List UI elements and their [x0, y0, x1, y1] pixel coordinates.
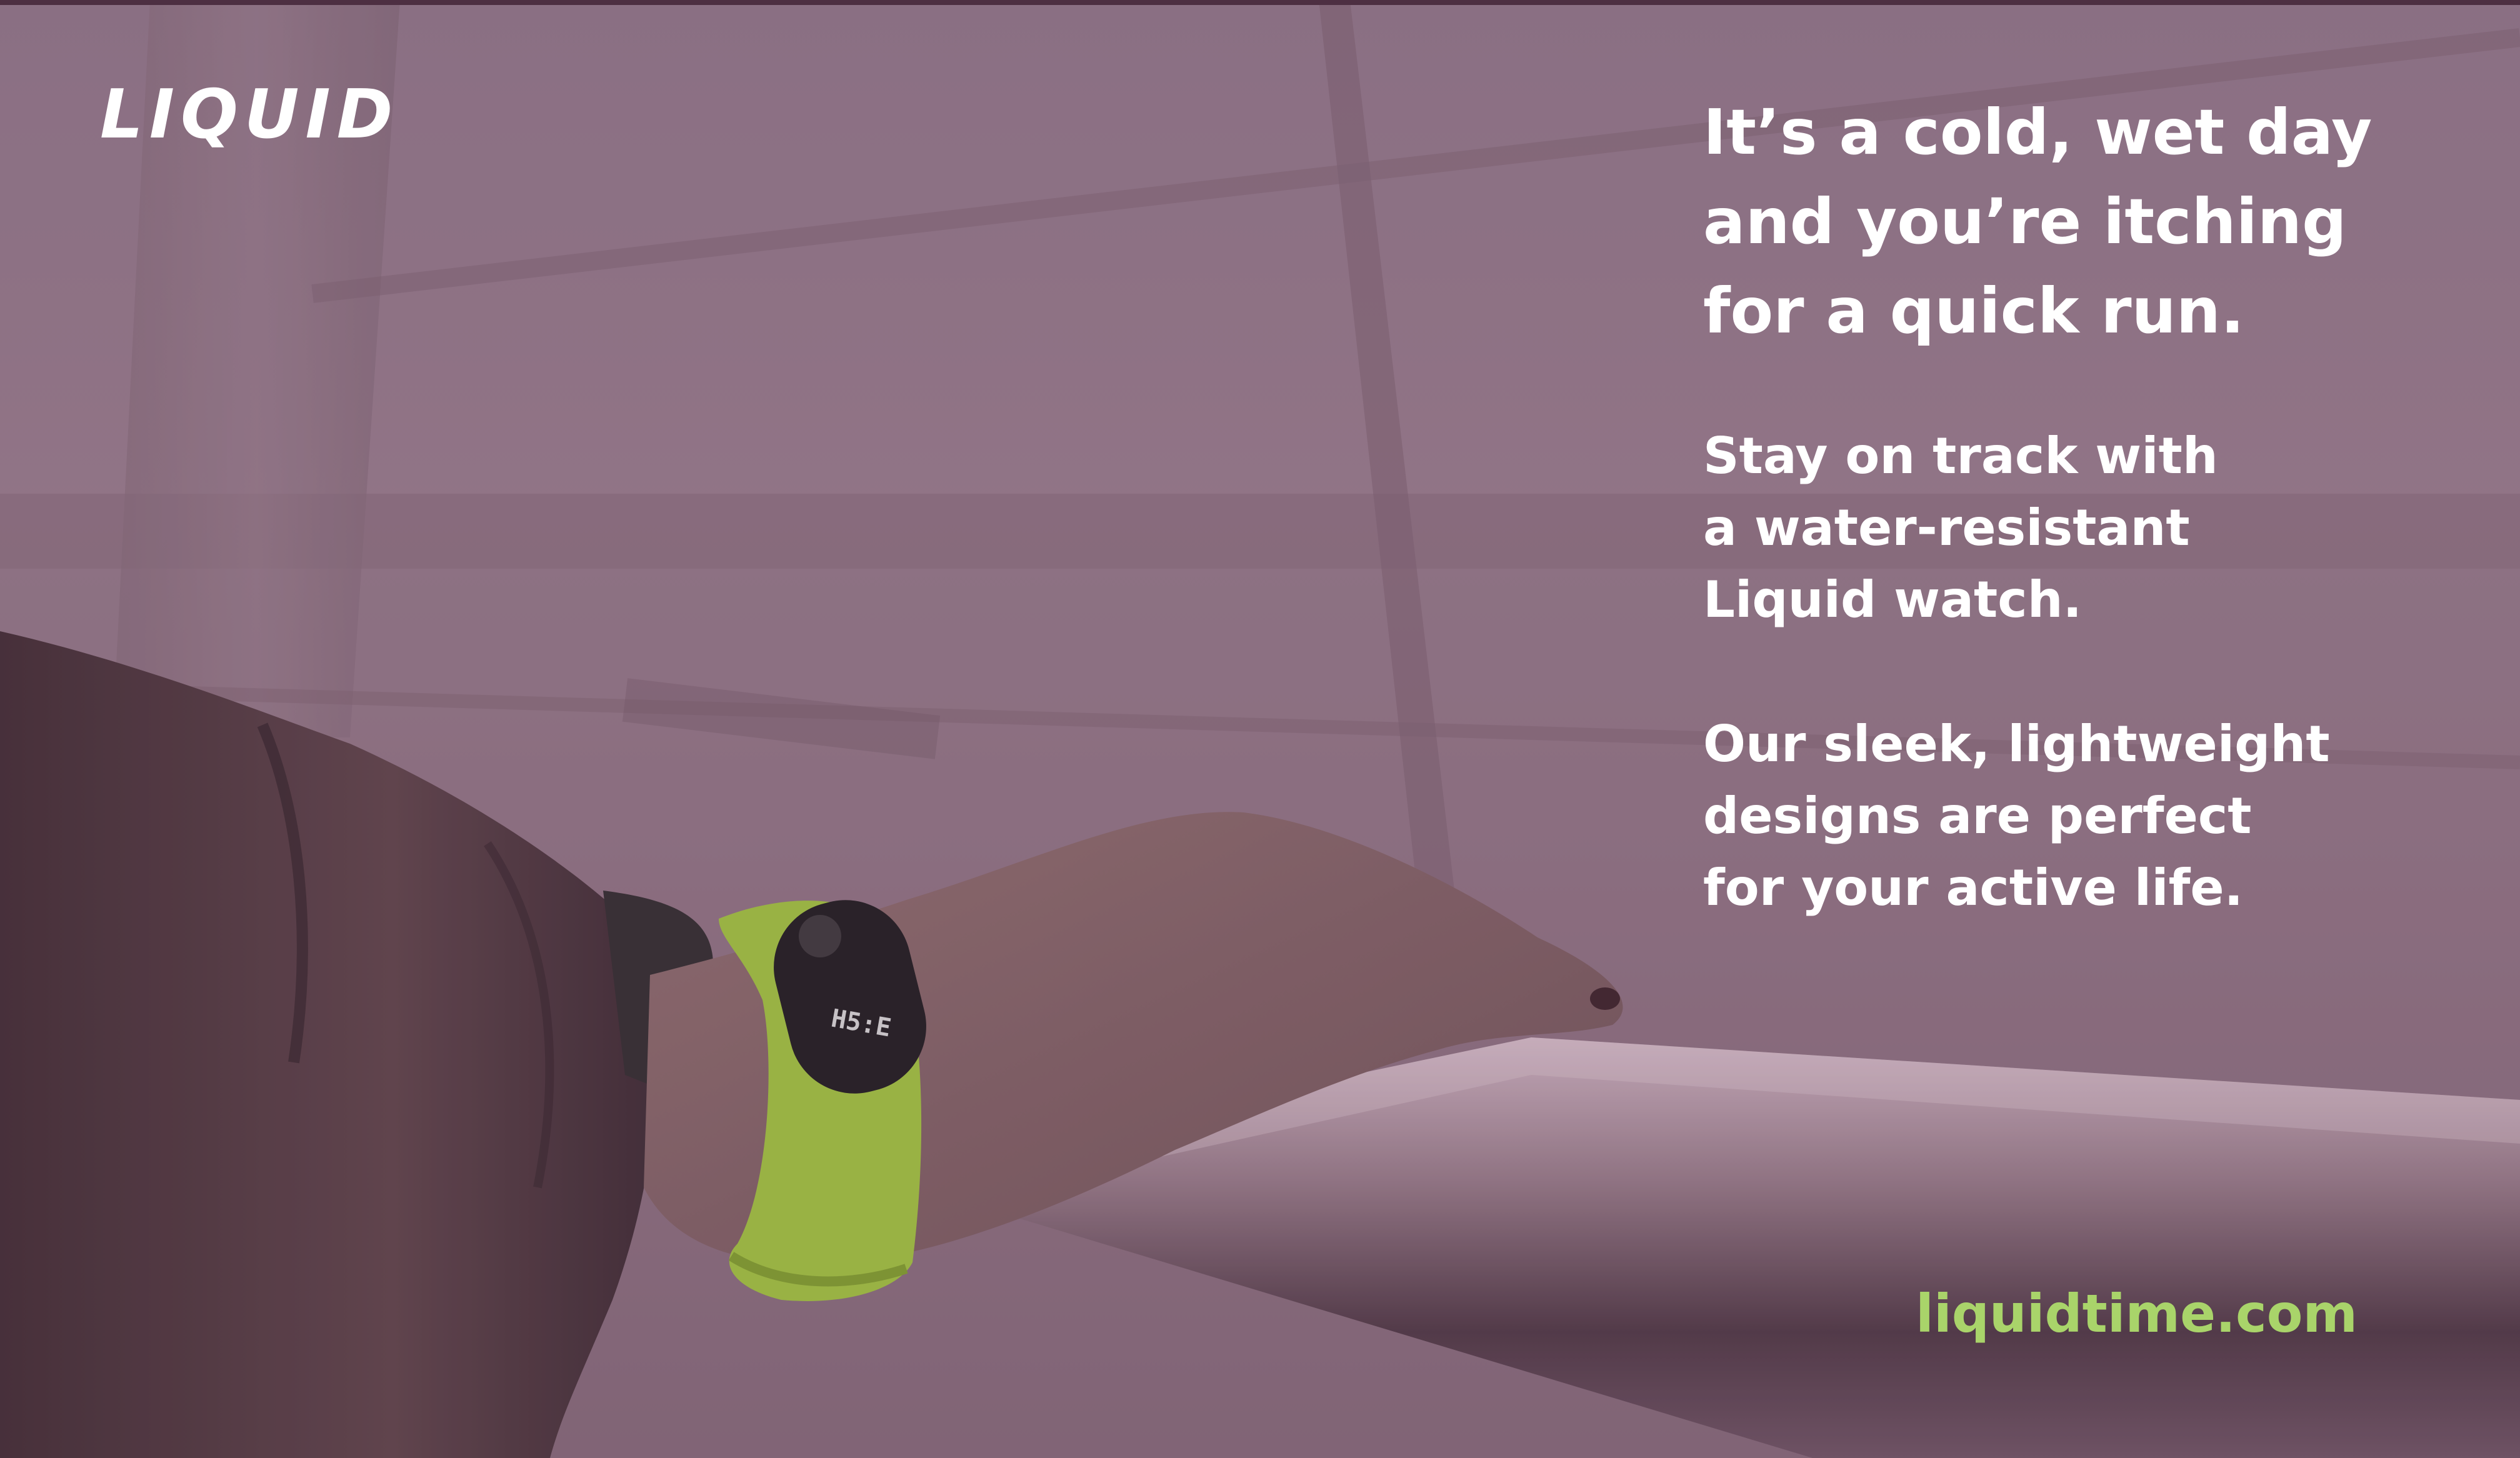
headline-line: It’s a cold, wet day	[1703, 96, 2372, 169]
website-link[interactable]: liquidtime.com	[1916, 1287, 2358, 1340]
body-line: Liquid watch.	[1703, 571, 2082, 629]
body-line: Stay on track with	[1703, 427, 2218, 485]
body-line: designs are perfect	[1703, 787, 2252, 845]
brand-logo: LIQUID	[100, 76, 399, 154]
body-paragraph-2: Our sleek, lightweight designs are perfe…	[1703, 708, 2422, 924]
body-paragraph-1: Stay on track with a water-resistant Liq…	[1703, 420, 2422, 636]
top-border	[0, 0, 2520, 5]
body-line: a water-resistant	[1703, 499, 2190, 557]
advertisement-banner: H5:E LIQUID It’s a cold, wet day and you…	[0, 0, 2520, 1458]
headline-line: and you’re itching	[1703, 185, 2347, 258]
body-line: Our sleek, lightweight	[1703, 715, 2330, 773]
body-line: for your active life.	[1703, 859, 2244, 917]
headline: It’s a cold, wet day and you’re itching …	[1703, 87, 2453, 356]
headline-line: for a quick run.	[1703, 274, 2244, 347]
